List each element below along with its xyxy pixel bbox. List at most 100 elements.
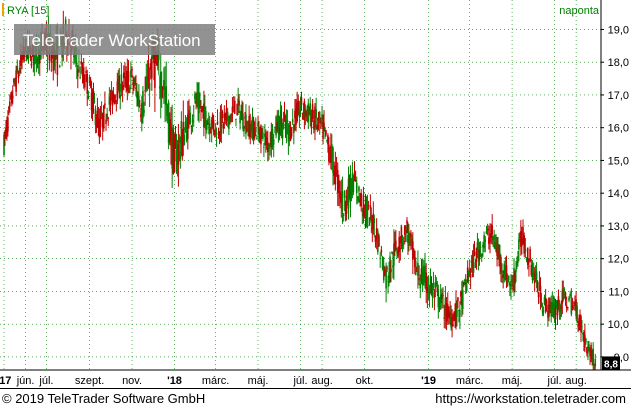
candle-body	[332, 147, 334, 174]
candle-body	[594, 358, 597, 367]
candle-body	[542, 310, 545, 313]
y-tick-label: 13,0	[608, 221, 629, 233]
x-tick-label: márc.	[202, 375, 230, 387]
candle-body	[80, 61, 83, 65]
candle-body	[124, 73, 126, 75]
candle-body	[417, 262, 419, 277]
candle-body	[462, 289, 464, 310]
candle-body	[187, 114, 189, 139]
candle-body	[524, 248, 527, 252]
candle-body	[309, 103, 312, 117]
candle-body	[114, 96, 117, 98]
candle-body	[537, 292, 540, 298]
candle-body	[386, 268, 388, 269]
candle-body	[456, 309, 458, 317]
candle-body	[522, 227, 524, 236]
candle-body	[221, 111, 224, 119]
candle-body	[316, 124, 319, 130]
candle-body	[79, 76, 81, 78]
website-link[interactable]: https://workstation.teletrader.com	[435, 391, 626, 406]
candle-body	[151, 56, 153, 79]
candle-body	[104, 103, 106, 106]
candle-body	[571, 305, 574, 309]
candle-body	[144, 90, 146, 92]
candle-body	[192, 115, 195, 117]
candle-body	[378, 235, 380, 247]
candle-body	[380, 249, 383, 253]
candle-body	[400, 226, 403, 244]
x-tick-label: aug.	[565, 375, 586, 387]
candle-body	[139, 105, 141, 107]
x-tick-label: márc.	[456, 375, 484, 387]
candle-body	[452, 324, 454, 327]
candle-body	[459, 310, 461, 317]
candle-body	[353, 172, 356, 181]
y-tick-label: 17,0	[608, 90, 629, 102]
candle-body	[367, 204, 370, 206]
candle-body	[99, 116, 102, 127]
candle-body	[358, 186, 360, 192]
candle-body	[105, 119, 107, 124]
candle-body	[85, 71, 87, 74]
candle-body	[15, 70, 17, 92]
candle-body	[401, 243, 404, 247]
candle-body	[418, 277, 420, 280]
candle-body	[106, 113, 108, 119]
candle-body	[343, 190, 346, 198]
candle-body	[263, 147, 265, 148]
x-tick-label: júl.	[292, 375, 307, 387]
x-tick-label: '17	[0, 375, 11, 387]
candle-body	[469, 273, 472, 278]
candle-body	[399, 248, 402, 250]
period-label: naponta	[559, 5, 600, 17]
candle-body	[357, 196, 359, 202]
candle-body	[342, 214, 345, 217]
candle-body	[87, 95, 90, 100]
y-tick-label: 18,0	[608, 57, 629, 69]
candle-body	[318, 111, 321, 124]
candle-body	[526, 247, 529, 266]
candle-body	[484, 239, 487, 242]
y-tick-label: 15,0	[608, 155, 629, 167]
candle-body	[214, 123, 217, 125]
candle-body	[379, 257, 381, 259]
candle-body	[515, 269, 517, 272]
candle-body	[191, 119, 194, 123]
x-tick-label: júl.	[547, 375, 562, 387]
candle-body	[9, 101, 11, 107]
candle-body	[119, 94, 122, 99]
candle-body	[360, 193, 362, 207]
candle-body	[311, 104, 314, 120]
candle-body	[216, 121, 219, 125]
candle-body	[293, 124, 295, 134]
candle-body	[507, 275, 510, 281]
candle-body	[581, 326, 583, 328]
price-chart[interactable]: 19,0 18,0 17,0 16,0 15,0 14,0 13,0 12,0 11,0 10,0…	[0, 0, 631, 408]
candle-body	[262, 132, 264, 139]
candle-body	[215, 137, 218, 139]
candle-body	[390, 268, 392, 273]
candle-body	[432, 283, 435, 288]
candle-body	[517, 261, 519, 263]
candle-body	[271, 129, 274, 148]
candle-body	[121, 84, 124, 90]
candle-body	[592, 348, 594, 366]
current-price-label: 8,8	[604, 359, 618, 370]
candle-body	[148, 83, 151, 91]
candle-body	[82, 67, 85, 83]
candle-body	[298, 110, 301, 118]
candle-body	[103, 105, 105, 129]
candle-body	[502, 274, 504, 278]
candle-body	[142, 90, 144, 119]
candle-body	[501, 270, 503, 273]
x-tick-label: máj.	[248, 375, 269, 387]
x-tick-label: szept.	[75, 375, 104, 387]
watermark-text: TeleTrader WorkStation	[23, 31, 201, 50]
candle-body	[576, 305, 578, 322]
instrument-label: RYA [15]	[7, 5, 49, 17]
x-tick-label: jún.	[16, 375, 35, 387]
candle-body	[18, 67, 21, 73]
candle-body	[235, 118, 237, 120]
candle-body	[385, 270, 387, 289]
candle-body	[300, 97, 303, 105]
